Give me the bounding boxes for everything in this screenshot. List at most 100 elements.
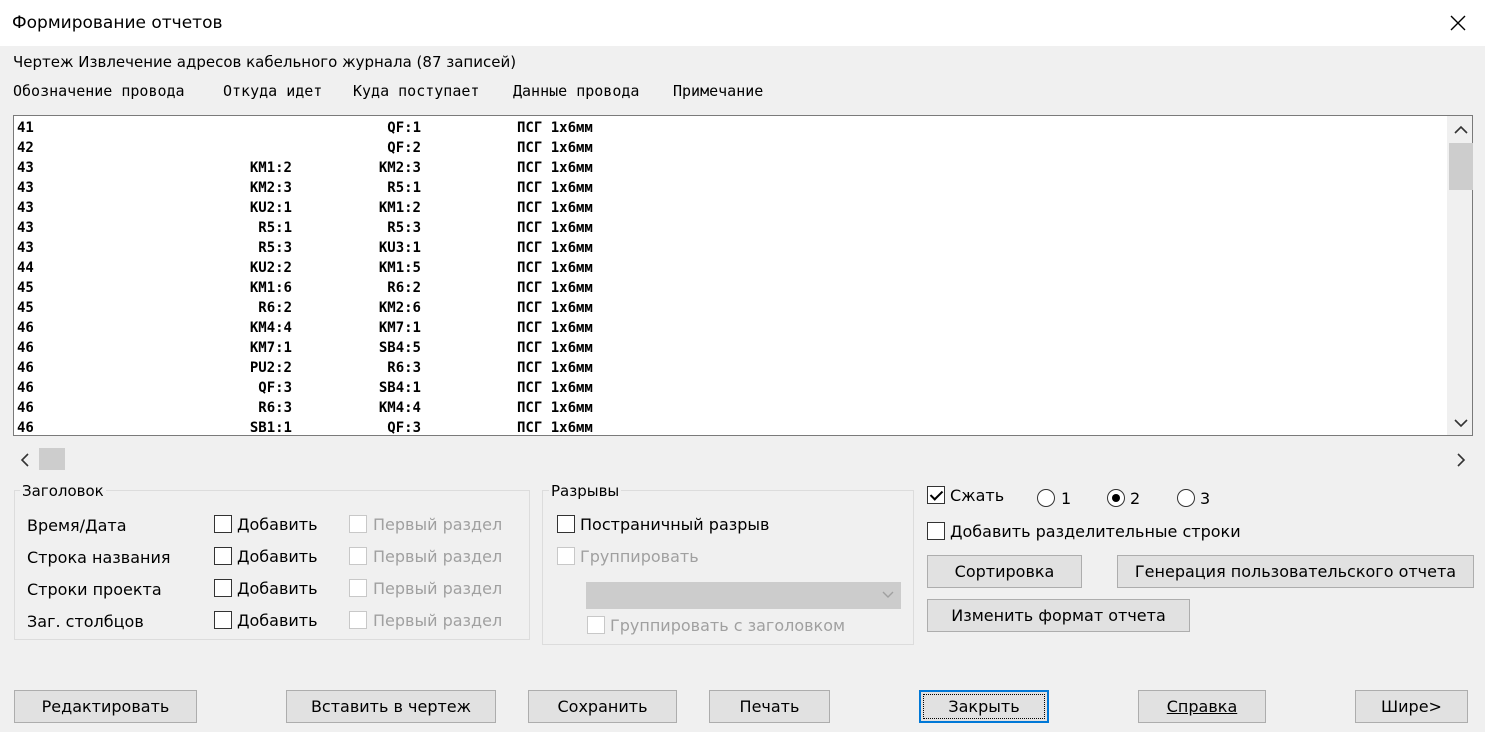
report-caption: Чертеж Извлечение адресов кабельного жур… <box>13 53 517 71</box>
compress-radio-1[interactable] <box>1037 489 1055 507</box>
list-item[interactable]: 46 KM7:1 SB4:5 ПСГ 1x6мм <box>17 338 1447 358</box>
to-cell: QF:2 <box>387 140 421 156</box>
page-break-checkbox[interactable] <box>557 515 575 533</box>
list-item[interactable]: 43 R5:1 R5:3 ПСГ 1x6мм <box>17 218 1447 238</box>
insert-into-drawing-button[interactable]: Вставить в чертеж <box>286 690 496 723</box>
user-report-button[interactable]: Генерация пользовательского отчета <box>1117 555 1474 588</box>
group-with-header-checkbox <box>587 616 605 634</box>
separator-rows-label: Добавить разделительные строки <box>950 522 1241 541</box>
add-project-checkbox[interactable] <box>214 579 232 597</box>
chevron-right-icon <box>1457 453 1466 467</box>
from-cell: KU2:2 <box>249 260 292 276</box>
chevron-down-icon <box>882 591 894 598</box>
report-rows: 41 QF:1 ПСГ 1x6мм 42 QF:2 ПСГ 1x6мм 43 KM1:2 KM2… <box>17 118 1447 435</box>
compress-radio-3[interactable] <box>1177 489 1195 507</box>
list-item[interactable]: 46 R6:3 KM4:4 ПСГ 1x6мм <box>17 398 1447 418</box>
window-title: Формирование отчетов <box>12 13 223 33</box>
list-item[interactable]: 41 QF:1 ПСГ 1x6мм <box>17 118 1447 138</box>
group-with-header-label: Группировать с заголовком <box>610 616 846 635</box>
first-section-project-checkbox <box>349 579 367 597</box>
wire-cell: 41 <box>17 120 34 136</box>
from-cell: PU2:2 <box>249 360 292 376</box>
compress-radio-2-label: 2 <box>1130 489 1141 508</box>
scroll-down-button[interactable] <box>1450 413 1472 433</box>
change-format-button[interactable]: Изменить формат отчета <box>927 599 1190 632</box>
wire-cell: 45 <box>17 300 34 316</box>
wire-cell: 46 <box>17 320 34 336</box>
wire-cell: 43 <box>17 220 34 236</box>
list-item[interactable]: 46 PU2:2 R6:3 ПСГ 1x6мм <box>17 358 1447 378</box>
list-item[interactable]: 46 SB1:1 QF:3 ПСГ 1x6мм <box>17 418 1447 435</box>
first-section-datetime-label: Первый раздел <box>373 515 503 534</box>
help-button[interactable]: Справка <box>1138 690 1266 723</box>
add-columns-checkbox[interactable] <box>214 611 232 629</box>
add-datetime-checkbox[interactable] <box>214 515 232 533</box>
from-cell: R5:3 <box>258 240 292 256</box>
wire-cell: 43 <box>17 200 34 216</box>
from-cell: R6:2 <box>258 300 292 316</box>
data-cell: ПСГ 1x6мм <box>517 340 593 356</box>
to-cell: KM2:3 <box>378 160 421 176</box>
page-break-label: Постраничный разрыв <box>580 515 770 534</box>
to-cell: QF:1 <box>387 120 421 136</box>
data-cell: ПСГ 1x6мм <box>517 220 593 236</box>
column-headers: Обозначение провода Откуда идет Куда пос… <box>13 82 813 102</box>
from-cell: QF:3 <box>258 380 292 396</box>
breaks-group-legend: Разрывы <box>549 482 622 500</box>
compress-checkbox[interactable] <box>927 486 945 504</box>
column-header-note: Примечание <box>673 82 764 100</box>
report-listbox[interactable]: 41 QF:1 ПСГ 1x6мм 42 QF:2 ПСГ 1x6мм 43 KM1:2 KM2… <box>13 115 1473 436</box>
to-cell: R5:1 <box>387 180 421 196</box>
list-item[interactable]: 43 R5:3 KU3:1 ПСГ 1x6мм <box>17 238 1447 258</box>
list-item[interactable]: 46 KM4:4 KM7:1 ПСГ 1x6мм <box>17 318 1447 338</box>
from-cell: KM7:1 <box>249 340 292 356</box>
from-cell: KU2:1 <box>249 200 292 216</box>
list-item[interactable]: 45 R6:2 KM2:6 ПСГ 1x6мм <box>17 298 1447 318</box>
separator-rows-checkbox[interactable] <box>927 522 945 540</box>
list-item[interactable]: 44 KU2:2 KM1:5 ПСГ 1x6мм <box>17 258 1447 278</box>
first-section-columns-label: Первый раздел <box>373 611 503 630</box>
add-columns-label: Добавить <box>237 611 318 630</box>
first-section-title-checkbox <box>349 547 367 565</box>
print-button[interactable]: Печать <box>709 690 830 723</box>
data-cell: ПСГ 1x6мм <box>517 400 593 416</box>
save-button[interactable]: Сохранить <box>528 690 677 723</box>
list-item[interactable]: 46 QF:3 SB4:1 ПСГ 1x6мм <box>17 378 1447 398</box>
header-row-label-title: Строка названия <box>27 548 171 567</box>
close-window-button[interactable] <box>1436 6 1480 40</box>
compress-radio-2[interactable] <box>1107 489 1125 507</box>
scroll-right-button[interactable] <box>1450 450 1472 470</box>
list-item[interactable]: 45 KM1:6 R6:2 ПСГ 1x6мм <box>17 278 1447 298</box>
list-item[interactable]: 43 KU2:1 KM1:2 ПСГ 1x6мм <box>17 198 1447 218</box>
from-cell: R6:3 <box>258 400 292 416</box>
to-cell: R6:2 <box>387 280 421 296</box>
from-cell: KM2:3 <box>249 180 292 196</box>
horizontal-scroll-thumb[interactable] <box>39 448 65 470</box>
to-cell: KU3:1 <box>378 240 421 256</box>
header-row-label-datetime: Время/Дата <box>27 516 127 535</box>
data-cell: ПСГ 1x6мм <box>517 200 593 216</box>
column-header-wire: Обозначение провода <box>13 82 185 100</box>
from-cell: KM1:6 <box>249 280 292 296</box>
compress-radio-3-label: 3 <box>1200 489 1211 508</box>
list-item[interactable]: 42 QF:2 ПСГ 1x6мм <box>17 138 1447 158</box>
scroll-up-button[interactable] <box>1450 120 1472 140</box>
close-button[interactable]: Закрыть <box>919 690 1049 723</box>
vertical-scroll-thumb[interactable] <box>1449 143 1473 190</box>
list-item[interactable]: 43 KM2:3 R5:1 ПСГ 1x6мм <box>17 178 1447 198</box>
first-section-datetime-checkbox <box>349 515 367 533</box>
list-item[interactable]: 43 KM1:2 KM2:3 ПСГ 1x6мм <box>17 158 1447 178</box>
scroll-left-button[interactable] <box>14 450 36 470</box>
header-row-label-columns: Заг. столбцов <box>27 612 144 631</box>
wider-button[interactable]: Шире> <box>1355 690 1468 723</box>
close-button-label: Закрыть <box>948 697 1020 716</box>
add-title-checkbox[interactable] <box>214 547 232 565</box>
sort-button[interactable]: Сортировка <box>927 555 1082 588</box>
data-cell: ПСГ 1x6мм <box>517 260 593 276</box>
data-cell: ПСГ 1x6мм <box>517 280 593 296</box>
edit-button[interactable]: Редактировать <box>14 690 197 723</box>
wire-cell: 44 <box>17 260 34 276</box>
wire-cell: 46 <box>17 400 34 416</box>
from-cell: KM4:4 <box>249 320 292 336</box>
add-datetime-label: Добавить <box>237 515 318 534</box>
